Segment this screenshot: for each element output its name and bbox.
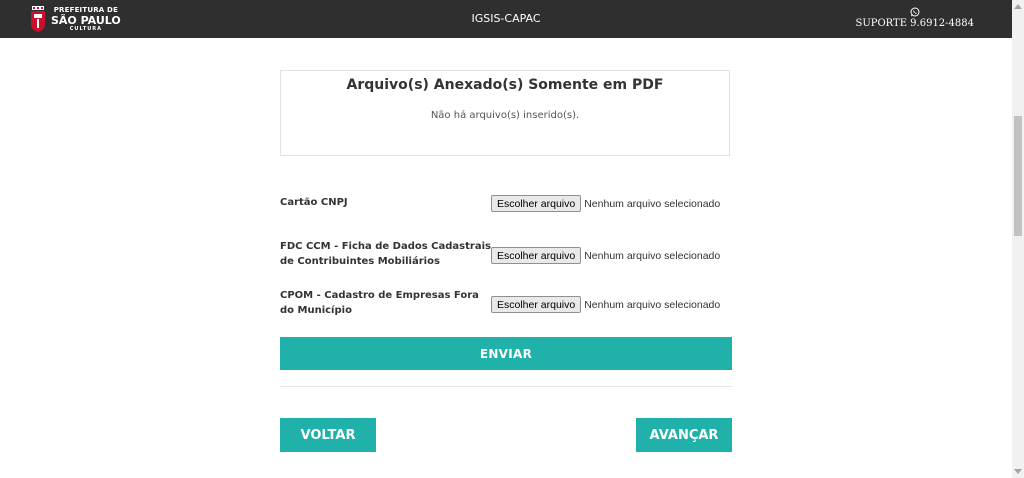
document-label-fdc-ccm: FDC CCM - Ficha de Dados Cadastrais de C…: [280, 241, 491, 267]
choose-file-button[interactable]: Escolher arquivo: [491, 195, 582, 212]
document-label-cpom: CPOM - Cadastro de Empresas Fora do Muni…: [280, 290, 479, 316]
whatsapp-icon: [910, 7, 920, 17]
submit-button[interactable]: ENVIAR: [280, 337, 732, 370]
scroll-thumb[interactable]: [1014, 116, 1022, 236]
page-scrollbar[interactable]: [1012, 0, 1024, 478]
divider: [280, 386, 732, 387]
file-input-fdc-ccm[interactable]: Escolher arquivo Nenhum arquivo selecion…: [491, 247, 720, 264]
attachments-panel: Arquivo(s) Anexado(s) Somente em PDF Não…: [280, 70, 730, 156]
back-button[interactable]: VOLTAR: [280, 418, 376, 452]
next-button[interactable]: AVANÇAR: [636, 418, 732, 452]
choose-file-button[interactable]: Escolher arquivo: [491, 247, 582, 264]
scroll-down-arrow-icon[interactable]: [1014, 469, 1022, 474]
logo-line-3: CULTURA: [69, 25, 103, 32]
document-label-cnpj: Cartão CNPJ: [280, 197, 348, 208]
choose-file-button[interactable]: Escolher arquivo: [491, 296, 582, 313]
file-status: Nenhum arquivo selecionado: [584, 298, 721, 311]
file-status: Nenhum arquivo selecionado: [584, 249, 721, 262]
attachments-title: Arquivo(s) Anexado(s) Somente em PDF: [346, 77, 664, 93]
support-contact[interactable]: SUPORTE 9.6912-4884: [855, 7, 974, 29]
scroll-up-arrow-icon[interactable]: [1014, 4, 1022, 9]
support-phone: SUPORTE 9.6912-4884: [855, 18, 974, 29]
file-status: Nenhum arquivo selecionado: [584, 197, 721, 210]
file-input-cpom[interactable]: Escolher arquivo Nenhum arquivo selecion…: [491, 296, 720, 313]
top-bar: PREFEITURA DE SÃO PAULO CULTURA IGSIS-CA…: [0, 0, 1012, 38]
file-input-cnpj[interactable]: Escolher arquivo Nenhum arquivo selecion…: [491, 195, 720, 212]
attachments-empty-message: Não há arquivo(s) inserido(s).: [430, 110, 580, 121]
